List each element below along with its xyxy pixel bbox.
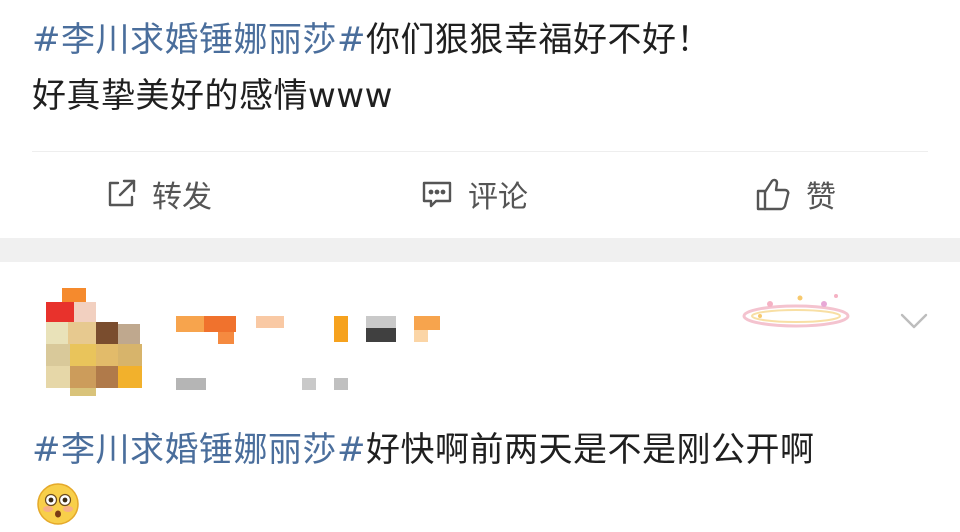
avatar[interactable] [32,280,144,398]
post-text-line-1: #李川求婚锤娜丽莎#你们狠狠幸福好不好！ [32,12,932,68]
feed-separator [0,238,960,262]
hashtag-link[interactable]: #李川求婚锤娜丽莎# [32,20,366,60]
like-button[interactable]: 赞 [754,172,836,216]
like-label: 赞 [806,180,836,215]
post-text: #李川求婚锤娜丽莎#你们狠狠幸福好不好！ 好真挚美好的感情www [32,12,932,124]
decorative-card-badge [740,282,850,338]
post-card-1: #李川求婚锤娜丽莎#你们狠狠幸福好不好！ 好真挚美好的感情www 转发 评论 赞 [0,0,960,238]
post-text-body: 好快啊前两天是不是刚公开啊 [365,430,815,470]
comment-label: 评论 [468,180,528,215]
action-bar: 转发 评论 赞 [0,152,960,238]
thumbs-up-icon [754,175,792,213]
repost-label: 转发 [152,180,212,215]
comment-button[interactable]: 评论 [420,172,528,216]
post-text: #李川求婚锤娜丽莎#好快啊前两天是不是刚公开啊 [32,422,932,478]
post-text-body: 你们狠狠幸福好不好！ [365,20,711,60]
repost-button[interactable]: 转发 [104,172,212,216]
flushed-face-emoji [36,482,80,526]
chevron-down-icon[interactable] [896,308,932,332]
post-card-2: #李川求婚锤娜丽莎#好快啊前两天是不是刚公开啊 [0,262,960,532]
hashtag-link[interactable]: #李川求婚锤娜丽莎# [32,430,366,470]
comment-icon [420,177,454,211]
post-text-line-2: 好真挚美好的感情www [32,76,393,116]
repost-icon [104,177,138,211]
